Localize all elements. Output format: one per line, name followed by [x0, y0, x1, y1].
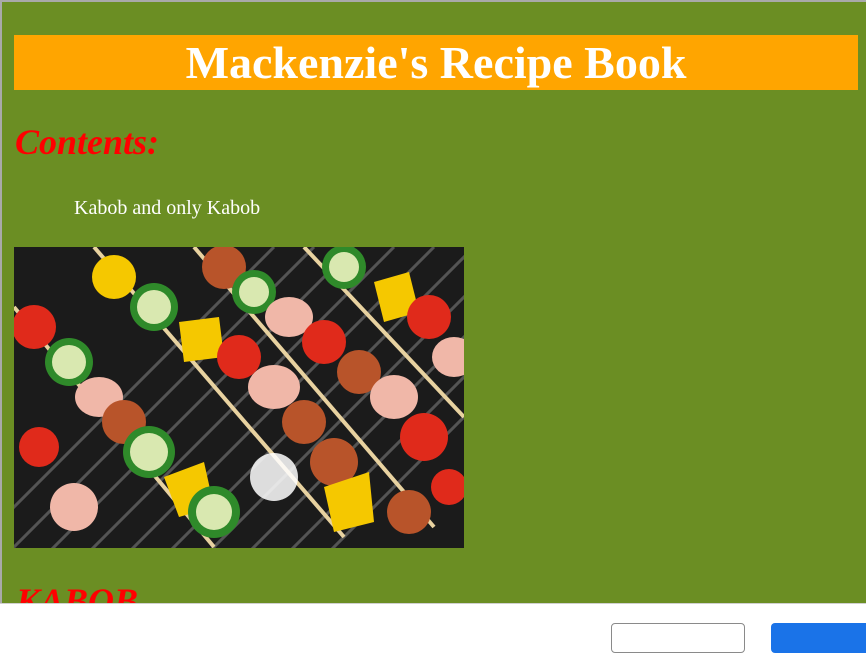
recipe-page: Mackenzie's Recipe Book Contents: Kabob … [2, 2, 866, 603]
kabob-photo-image [14, 247, 464, 548]
secondary-button[interactable] [611, 623, 745, 653]
contents-list-item: Kabob and only Kabob [74, 197, 261, 219]
contents-heading: Contents: [15, 122, 160, 162]
kabob-photo [14, 247, 464, 548]
page-title: Mackenzie's Recipe Book [185, 37, 687, 88]
primary-button[interactable] [771, 623, 866, 653]
title-banner: Mackenzie's Recipe Book [14, 35, 858, 90]
section-heading-kabob: KABOB [16, 581, 139, 603]
